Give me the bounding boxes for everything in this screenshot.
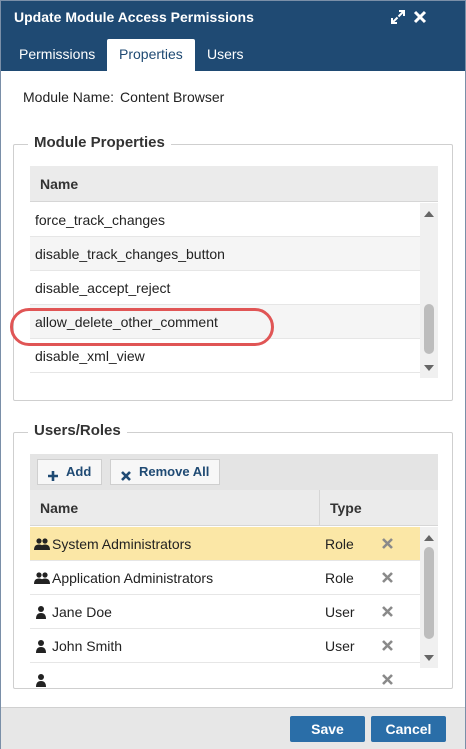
table-row[interactable]: Jane Doe User bbox=[30, 595, 420, 629]
users-roles-legend: Users/Roles bbox=[28, 422, 127, 439]
table-row[interactable]: Application Administrators Role bbox=[30, 561, 420, 595]
row-name: System Administrators bbox=[52, 536, 192, 552]
row-type: User bbox=[325, 604, 355, 620]
module-name-field: Module Name: Content Browser bbox=[23, 89, 224, 105]
add-button[interactable]: Add bbox=[37, 459, 103, 485]
close-icon[interactable] bbox=[412, 9, 428, 25]
tab-bar: Permissions Properties Users bbox=[1, 35, 465, 71]
scroll-down-icon[interactable] bbox=[423, 651, 435, 663]
cancel-button[interactable]: Cancel bbox=[371, 716, 446, 742]
module-name-value: Content Browser bbox=[120, 89, 225, 105]
properties-grid-header: Name bbox=[30, 166, 438, 202]
add-button-label: Add bbox=[66, 464, 92, 479]
users-scrollbar[interactable] bbox=[420, 527, 438, 668]
properties-scrollbar[interactable] bbox=[420, 203, 438, 378]
tab-permissions[interactable]: Permissions bbox=[7, 39, 107, 71]
list-item[interactable]: disable_accept_reject bbox=[30, 271, 420, 305]
column-divider bbox=[319, 490, 320, 526]
remove-all-button-label: Remove All bbox=[139, 464, 210, 479]
list-item[interactable]: force_track_changes bbox=[30, 203, 420, 237]
users-toolbar: Add Remove All bbox=[30, 454, 438, 490]
tab-users[interactable]: Users bbox=[195, 39, 256, 71]
scroll-thumb[interactable] bbox=[424, 304, 434, 354]
delete-icon[interactable] bbox=[381, 605, 394, 618]
module-name-label: Module Name: bbox=[23, 89, 115, 105]
list-item[interactable]: allow_delete_other_comment bbox=[30, 305, 420, 339]
property-name: disable_track_changes_button bbox=[35, 246, 225, 262]
dialog-title: Update Module Access Permissions bbox=[14, 9, 254, 25]
save-button[interactable]: Save bbox=[290, 716, 365, 742]
row-name: Jane Doe bbox=[52, 604, 112, 620]
row-type: User bbox=[325, 638, 355, 654]
users-roles-group: Users/Roles Add Remove All Name Type Sys… bbox=[13, 422, 453, 689]
delete-icon[interactable] bbox=[381, 673, 394, 686]
scroll-up-icon[interactable] bbox=[423, 531, 435, 543]
users-grid-header: Name Type bbox=[30, 490, 438, 526]
delete-icon[interactable] bbox=[381, 537, 394, 550]
dialog-titlebar: Update Module Access Permissions bbox=[1, 1, 465, 35]
property-name: allow_delete_other_comment bbox=[35, 314, 218, 330]
property-name: force_track_changes bbox=[35, 212, 165, 228]
expand-icon[interactable] bbox=[390, 9, 406, 25]
table-row-partial[interactable] bbox=[30, 663, 420, 687]
list-item[interactable]: disable_track_changes_button bbox=[30, 237, 420, 271]
remove-icon bbox=[120, 466, 132, 481]
user-icon bbox=[34, 673, 48, 687]
delete-icon[interactable] bbox=[381, 639, 394, 652]
module-access-dialog: Update Module Access Permissions Permiss… bbox=[0, 0, 466, 749]
user-icon bbox=[34, 639, 48, 653]
table-row[interactable]: System Administrators Role bbox=[30, 527, 420, 561]
plus-icon bbox=[47, 466, 59, 481]
group-icon bbox=[34, 571, 50, 585]
property-name: disable_accept_reject bbox=[35, 280, 171, 296]
row-name: Application Administrators bbox=[52, 570, 214, 586]
column-header-type[interactable]: Type bbox=[330, 500, 362, 516]
property-name: disable_xml_view bbox=[35, 348, 145, 364]
user-icon bbox=[34, 605, 48, 619]
dialog-footer: Save Cancel bbox=[1, 707, 465, 749]
column-header-name[interactable]: Name bbox=[40, 176, 78, 192]
table-row[interactable]: John Smith User bbox=[30, 629, 420, 663]
users-list: System Administrators Role Application A… bbox=[30, 527, 420, 687]
remove-all-button[interactable]: Remove All bbox=[110, 459, 221, 485]
tab-properties[interactable]: Properties bbox=[107, 39, 195, 71]
row-type: Role bbox=[325, 536, 354, 552]
scroll-up-icon[interactable] bbox=[423, 207, 435, 219]
module-properties-legend: Module Properties bbox=[28, 134, 171, 151]
delete-icon[interactable] bbox=[381, 571, 394, 584]
list-item[interactable]: disable_xml_view bbox=[30, 339, 420, 373]
scroll-thumb[interactable] bbox=[424, 547, 434, 639]
row-name: John Smith bbox=[52, 638, 123, 654]
properties-list: force_track_changes disable_track_change… bbox=[30, 203, 420, 378]
scroll-down-icon[interactable] bbox=[423, 361, 435, 373]
column-header-name[interactable]: Name bbox=[40, 500, 78, 516]
module-properties-group: Module Properties Name force_track_chang… bbox=[13, 134, 453, 401]
row-type: Role bbox=[325, 570, 354, 586]
group-icon bbox=[34, 537, 50, 551]
